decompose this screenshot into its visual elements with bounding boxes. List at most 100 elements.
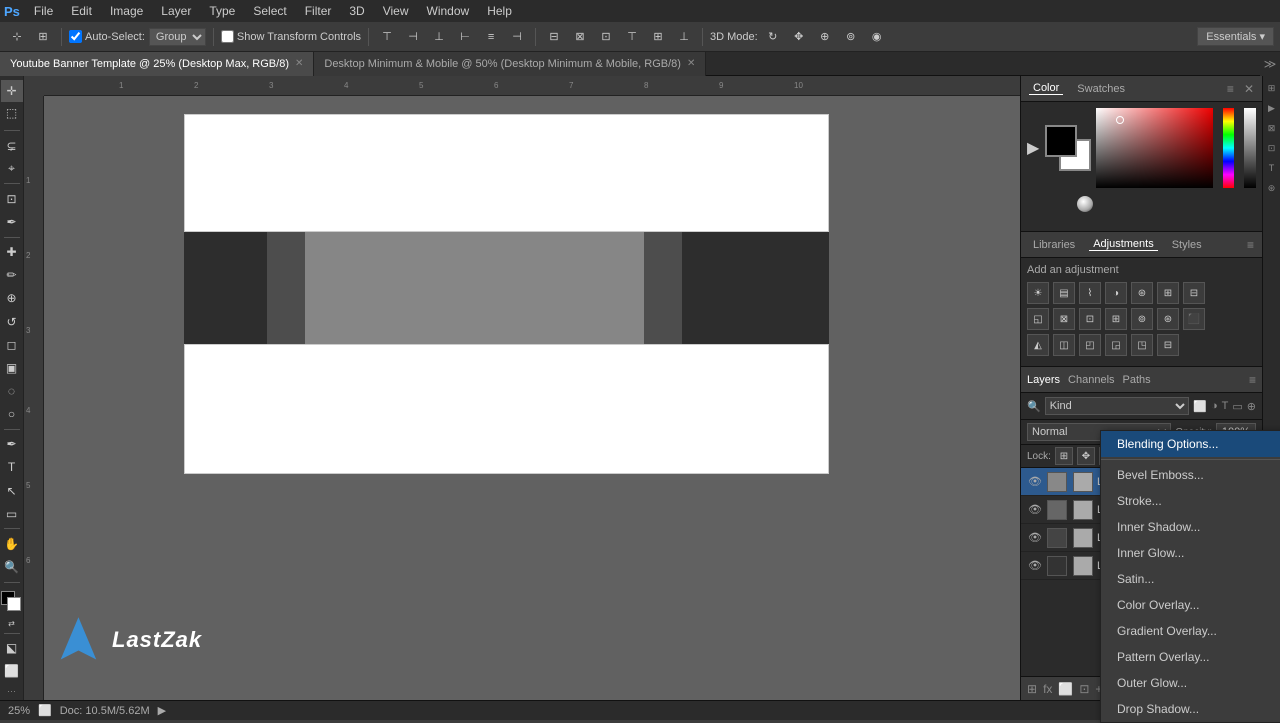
3d-camera-icon[interactable]: ⊚ [840, 26, 862, 48]
tab-color[interactable]: Color [1029, 82, 1063, 95]
dist-hcenter-icon[interactable]: ⊠ [569, 26, 591, 48]
filter-type-icon[interactable]: T [1222, 400, 1229, 412]
color-alpha-bar[interactable] [1244, 108, 1256, 188]
bg-swatch[interactable] [7, 597, 21, 611]
vibrance-icon[interactable]: ⊛ [1131, 282, 1153, 304]
edge-icon-6[interactable]: ⊛ [1264, 180, 1280, 196]
tab-swatches[interactable]: Swatches [1073, 83, 1129, 95]
ctx-outer-glow[interactable]: Outer Glow... [1101, 670, 1280, 696]
history-tool[interactable]: ↺ [1, 311, 23, 332]
levels-icon[interactable]: ▤ [1053, 282, 1075, 304]
align-top-icon[interactable]: ⊤ [376, 26, 398, 48]
menu-edit[interactable]: Edit [63, 2, 100, 20]
arrange-icon[interactable]: ⊞ [32, 26, 54, 48]
invert-icon[interactable]: ⊚ [1131, 308, 1153, 330]
adj-icon-6[interactable]: ◲ [1105, 334, 1127, 356]
path-select-tool[interactable]: ↖ [1, 480, 23, 501]
edge-icon-4[interactable]: ⊡ [1264, 140, 1280, 156]
3d-zoom-icon[interactable]: ⊕ [814, 26, 836, 48]
tab-2[interactable]: Desktop Minimum & Mobile @ 50% (Desktop … [314, 52, 706, 76]
edge-icon-1[interactable]: ⊞ [1264, 80, 1280, 96]
eraser-tool[interactable]: ◻ [1, 334, 23, 355]
panel-collapse-btn[interactable]: ≫ [1260, 52, 1280, 76]
edge-icon-5[interactable]: T [1264, 160, 1280, 176]
3d-light-icon[interactable]: ◉ [866, 26, 888, 48]
dist-left-icon[interactable]: ⊟ [543, 26, 565, 48]
tab-libraries[interactable]: Libraries [1029, 239, 1079, 251]
layer-vis-2[interactable]: 👁 [1027, 502, 1043, 518]
color-mode-switch[interactable] [1077, 196, 1093, 212]
crop-tool[interactable]: ⊡ [1, 188, 23, 209]
tab-1-close[interactable]: ✕ [295, 58, 303, 69]
ctx-drop-shadow[interactable]: Drop Shadow... [1101, 696, 1280, 722]
photo-filter-icon[interactable]: ⊠ [1053, 308, 1075, 330]
menu-select[interactable]: Select [245, 2, 294, 20]
shape-tool[interactable]: ▭ [1, 503, 23, 524]
color-panel-menu[interactable]: ≡ [1227, 82, 1234, 96]
gradient-map-icon[interactable]: ◭ [1027, 334, 1049, 356]
tab-styles[interactable]: Styles [1168, 239, 1206, 251]
tab-adjustments[interactable]: Adjustments [1089, 238, 1158, 251]
channel-mixer-icon[interactable]: ⊡ [1079, 308, 1101, 330]
color-picker-gradient[interactable] [1096, 108, 1213, 188]
filter-smart-icon[interactable]: ⊕ [1247, 400, 1256, 413]
gradient-tool[interactable]: ▣ [1, 357, 23, 378]
align-hcenter-icon[interactable]: ≡ [480, 26, 502, 48]
dist-top-icon[interactable]: ⊤ [621, 26, 643, 48]
color-swatches[interactable] [1, 591, 23, 612]
lock-position-btn[interactable]: ✥ [1077, 447, 1095, 465]
3d-pan-icon[interactable]: ✥ [788, 26, 810, 48]
lasso-tool[interactable]: ⊊ [1, 135, 23, 156]
transform-controls-checkbox[interactable] [221, 30, 234, 43]
swap-colors-icon[interactable]: ⇄ [8, 619, 15, 628]
hand-tool[interactable]: ✋ [1, 533, 23, 554]
menu-image[interactable]: Image [102, 2, 151, 20]
tab-channels[interactable]: Channels [1068, 374, 1114, 386]
type-tool[interactable]: T [1, 457, 23, 478]
new-group-btn[interactable]: ⊡ [1079, 682, 1089, 696]
essentials-btn[interactable]: Essentials ▾ [1197, 27, 1274, 46]
move-tool-icon[interactable]: ⊹ [6, 26, 28, 48]
add-style-btn[interactable]: fx [1043, 682, 1052, 696]
eyedropper-tool[interactable]: ✒ [1, 211, 23, 232]
hsl-icon[interactable]: ⊞ [1157, 282, 1179, 304]
play-icon[interactable]: ▶ [1027, 138, 1039, 158]
status-arrow[interactable]: ▶ [158, 704, 166, 717]
auto-select-checkbox[interactable] [69, 30, 82, 43]
posterize-icon[interactable]: ⊛ [1157, 308, 1179, 330]
zoom-tool[interactable]: 🔍 [1, 557, 23, 578]
ctx-stroke[interactable]: Stroke... [1101, 488, 1280, 514]
filter-adj-icon[interactable]: ◑ [1211, 400, 1218, 412]
edge-icon-2[interactable]: ▶ [1264, 100, 1280, 116]
selective-color-icon[interactable]: ◫ [1053, 334, 1075, 356]
ctx-gradient-overlay[interactable]: Gradient Overlay... [1101, 618, 1280, 644]
ctx-pattern-overlay[interactable]: Pattern Overlay... [1101, 644, 1280, 670]
add-mask-btn[interactable]: ⬜ [1058, 682, 1073, 696]
brush-tool[interactable]: ✏ [1, 265, 23, 286]
align-bottom-icon[interactable]: ⊥ [428, 26, 450, 48]
menu-type[interactable]: Type [201, 2, 243, 20]
auto-select-type[interactable]: Group Layer [149, 28, 206, 46]
move-tool[interactable]: ✛ [1, 80, 23, 102]
edge-icon-3[interactable]: ⊠ [1264, 120, 1280, 136]
extra-tools[interactable]: ··· [7, 686, 16, 696]
dist-bottom-icon[interactable]: ⊥ [673, 26, 695, 48]
align-left-icon[interactable]: ⊢ [454, 26, 476, 48]
layer-vis-1[interactable]: 👁 [1027, 474, 1043, 490]
blur-tool[interactable]: ◌ [1, 380, 23, 401]
quick-mask-tool[interactable]: ⬕ [1, 638, 23, 659]
stamp-tool[interactable]: ⊕ [1, 288, 23, 309]
filter-kind-select[interactable]: Kind [1045, 397, 1190, 415]
exposure-icon[interactable]: ◑ [1105, 282, 1127, 304]
menu-view[interactable]: View [375, 2, 417, 20]
dist-vcenter-icon[interactable]: ⊞ [647, 26, 669, 48]
adj-icon-5[interactable]: ◰ [1079, 334, 1101, 356]
align-vcenter-icon[interactable]: ⊣ [402, 26, 424, 48]
threshold-icon[interactable]: ⬛ [1183, 308, 1205, 330]
tab-1[interactable]: Youtube Banner Template @ 25% (Desktop M… [0, 52, 314, 76]
dist-right-icon[interactable]: ⊡ [595, 26, 617, 48]
curves-icon[interactable]: ⌇ [1079, 282, 1101, 304]
menu-help[interactable]: Help [479, 2, 520, 20]
healing-tool[interactable]: ✚ [1, 242, 23, 263]
filter-shape-icon[interactable]: ▭ [1232, 400, 1242, 413]
